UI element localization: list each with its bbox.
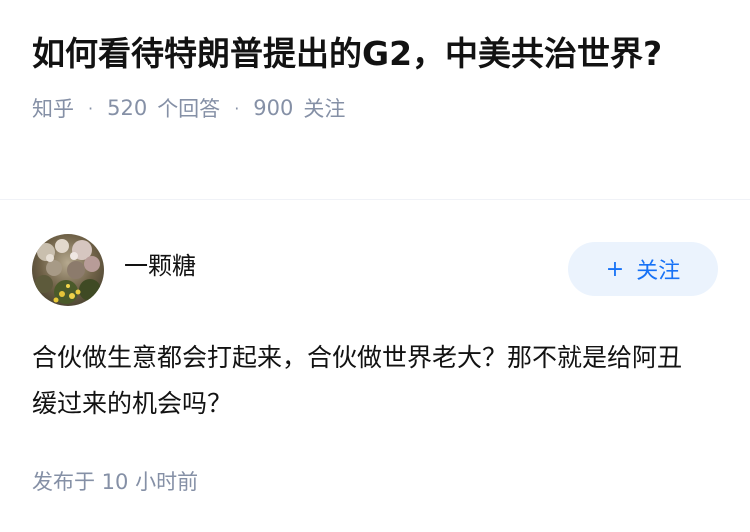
question-header: 如何看待特朗普提出的G2，中美共治世界? 知乎 · 520 个回答 · 900 … <box>0 0 750 122</box>
follow-button-label: 关注 <box>636 259 681 284</box>
section-divider <box>0 199 750 200</box>
question-title[interactable]: 如何看待特朗普提出的G2，中美共治世界? <box>32 30 672 78</box>
answer-content[interactable]: 合伙做生意都会打起来，合伙做世界老大？那不就是给阿丑缓过来的机会吗？ <box>32 335 702 427</box>
author-name[interactable]: 一颗糖 <box>124 246 196 281</box>
publish-time: 发布于 10 小时前 <box>32 470 199 494</box>
follow-button[interactable]: + 关注 <box>568 242 718 296</box>
avatar[interactable] <box>32 234 104 306</box>
author-row: 一颗糖 + 关注 <box>32 233 718 307</box>
meta-separator: · <box>88 98 94 118</box>
avatar-image <box>32 234 104 306</box>
follower-count-label: 关注 <box>303 97 346 121</box>
answer-card: 一颗糖 + 关注 合伙做生意都会打起来，合伙做世界老大？那不就是给阿丑缓过来的机… <box>32 233 718 427</box>
plus-icon: + <box>605 256 625 282</box>
answer-count-label: 个回答 <box>157 97 221 121</box>
meta-separator: · <box>234 98 240 118</box>
answer-count: 520 <box>107 96 148 120</box>
source-label: 知乎 <box>32 97 74 121</box>
question-meta: 知乎 · 520 个回答 · 900 关注 <box>32 94 718 122</box>
follower-count: 900 <box>253 96 294 120</box>
